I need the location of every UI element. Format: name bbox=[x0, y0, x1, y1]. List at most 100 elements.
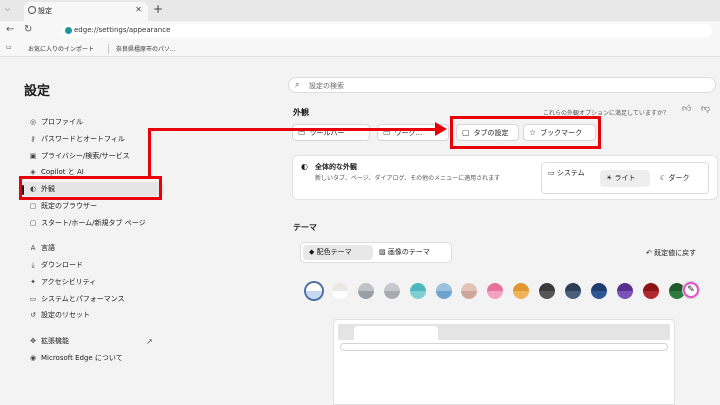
theme-swatch[interactable] bbox=[409, 283, 426, 299]
search-placeholder: 設定の検索 bbox=[309, 82, 344, 90]
preview-addressbar bbox=[340, 343, 668, 351]
overall-description: 新しいタブ、ページ、ダイアログ、その他のメニューに適用されます bbox=[315, 175, 501, 182]
theme-swatch[interactable] bbox=[539, 283, 556, 299]
navigation-bar: ← ↻ edge://settings/appearance bbox=[0, 21, 720, 41]
option-system[interactable]: ▭ システム bbox=[548, 168, 592, 178]
theme-swatch[interactable] bbox=[461, 283, 478, 299]
sidebar-item-extensions[interactable]: ✥ 拡張機能 bbox=[28, 334, 164, 348]
favorites-icon: ▭ bbox=[6, 44, 12, 51]
sidebar-item-system[interactable]: ▭ システムとパフォーマンス bbox=[28, 292, 164, 306]
theme-swatch[interactable] bbox=[331, 283, 348, 299]
theme-swatch[interactable] bbox=[642, 283, 659, 299]
swatch-bottom bbox=[331, 291, 348, 299]
search-icon: ⌕ bbox=[295, 80, 300, 89]
preview-tab bbox=[354, 326, 438, 340]
refresh-icon[interactable]: ↻ bbox=[24, 24, 32, 35]
key-icon: ⚷ bbox=[30, 135, 36, 143]
theme-swatch[interactable] bbox=[513, 283, 530, 299]
swatch-top bbox=[461, 283, 478, 291]
swatch-top bbox=[590, 283, 607, 291]
swatch-bottom bbox=[565, 291, 581, 299]
swatch-bottom bbox=[357, 291, 374, 299]
thumbs-down-icon[interactable]: 👎︎ bbox=[701, 104, 710, 114]
language-icon: A bbox=[30, 244, 36, 252]
favorite-import[interactable]: お気に入りのインポート bbox=[28, 44, 94, 53]
option-light[interactable]: ☀ ライト bbox=[600, 170, 650, 187]
annotation-arrow-horizontal bbox=[148, 128, 436, 131]
download-icon: ⤓ bbox=[31, 261, 35, 269]
sidebar-item-accessibility[interactable]: ✦ アクセシビリティ bbox=[28, 275, 164, 289]
accessibility-icon: ✦ bbox=[30, 278, 36, 286]
close-icon[interactable]: ✕ bbox=[135, 5, 142, 14]
lock-icon: ▣ bbox=[29, 152, 37, 160]
laptop-icon: ▭ bbox=[548, 169, 557, 177]
page-title: 設定 bbox=[24, 84, 51, 99]
theme-swatch[interactable] bbox=[590, 283, 607, 299]
edge-logo-icon: ◉ bbox=[29, 354, 37, 362]
toolbar-button-hidden[interactable]: ▭ ツールバー bbox=[292, 124, 370, 141]
overall-title: 全体的な外観 bbox=[315, 163, 357, 171]
eyedropper-icon: ✎ bbox=[687, 285, 695, 295]
swatch-top bbox=[331, 283, 348, 291]
paint-bucket-icon: ◆ bbox=[309, 248, 317, 256]
swatch-bottom bbox=[487, 291, 504, 299]
theme-swatch[interactable] bbox=[616, 283, 633, 299]
swatch-top bbox=[487, 283, 504, 291]
swatch-bottom bbox=[435, 291, 452, 299]
annotation-arrow-head bbox=[435, 122, 447, 136]
theme-swatch[interactable] bbox=[383, 283, 400, 299]
browser-icon: ▢ bbox=[29, 202, 37, 210]
swatch-bottom bbox=[409, 291, 426, 299]
sidebar-item-downloads[interactable]: ⤓ ダウンロード bbox=[28, 258, 164, 272]
theme-swatch[interactable] bbox=[565, 283, 581, 299]
thumbs-up-icon[interactable]: 👍︎ bbox=[682, 104, 691, 114]
annotation-arrow-vertical bbox=[148, 128, 151, 178]
theme-swatch[interactable] bbox=[435, 283, 452, 299]
reset-default-button[interactable]: ↶ 既定値に戻す bbox=[646, 248, 696, 258]
external-link-icon: ↗ bbox=[146, 337, 153, 346]
gear-icon bbox=[28, 6, 36, 14]
annotation-box-sidebar bbox=[19, 176, 162, 200]
settings-search-input[interactable]: ⌕ 設定の検索 bbox=[288, 77, 716, 93]
theme-swatch[interactable] bbox=[306, 283, 322, 299]
swatch-top bbox=[435, 283, 452, 291]
sidebar-item-passwords[interactable]: ⚷ パスワードとオートフィル bbox=[28, 132, 164, 146]
section-title-theme: テーマ bbox=[293, 223, 317, 232]
sidebar-item-start-home[interactable]: ▢ スタート/ホーム/新規タブ ページ bbox=[28, 216, 164, 230]
sidebar-item-about[interactable]: ◉ Microsoft Edge について bbox=[28, 351, 164, 365]
annotation-box-buttons bbox=[450, 116, 601, 149]
theme-tab-group: ◆ 配色テーマ ▨ 画像のテーマ bbox=[300, 242, 452, 263]
swatch-top bbox=[539, 283, 556, 291]
tab-image-theme[interactable]: ▨ 画像のテーマ bbox=[379, 245, 430, 260]
swatch-bottom bbox=[461, 291, 478, 299]
swatch-top bbox=[383, 283, 400, 291]
section-title-appearance: 外観 bbox=[293, 108, 309, 117]
option-dark[interactable]: ☾ ダーク bbox=[660, 170, 690, 187]
swatch-bottom bbox=[616, 291, 633, 299]
sidebar-item-languages[interactable]: A 言語 bbox=[28, 241, 164, 255]
appearance-options: ▭ システム ☀ ライト ☾ ダーク bbox=[541, 162, 709, 194]
swatch-bottom bbox=[383, 291, 400, 299]
new-tab-button[interactable]: + bbox=[153, 2, 163, 16]
address-bar[interactable]: edge://settings/appearance bbox=[62, 24, 712, 38]
tab-title: 設定 bbox=[38, 7, 52, 15]
custom-color-picker[interactable]: ✎ bbox=[682, 281, 700, 299]
back-icon[interactable]: ← bbox=[6, 24, 14, 35]
contrast-icon: ◐ bbox=[301, 162, 308, 171]
sidebar-item-reset[interactable]: ↺ 設定のリセット bbox=[28, 308, 164, 322]
swatch-bottom bbox=[642, 291, 659, 299]
tab-color-theme[interactable]: ◆ 配色テーマ bbox=[303, 245, 373, 260]
swatch-bottom bbox=[590, 291, 607, 299]
tab-actions-icon[interactable]: ⌵ bbox=[5, 5, 10, 14]
tab-settings[interactable]: 設定 ✕ bbox=[24, 2, 148, 21]
swatch-bottom bbox=[513, 291, 530, 299]
undo-icon: ↶ bbox=[646, 249, 655, 257]
sidebar-item-default-browser[interactable]: ▢ 既定のブラウザー bbox=[28, 199, 164, 213]
sidebar-item-profile[interactable]: ◎ プロファイル bbox=[28, 115, 164, 129]
theme-swatch[interactable] bbox=[487, 283, 504, 299]
theme-swatch[interactable] bbox=[357, 283, 374, 299]
favorite-link[interactable]: 奈良県橿原市のパソ... bbox=[116, 44, 176, 53]
swatch-top bbox=[409, 283, 426, 291]
edge-icon bbox=[65, 27, 72, 34]
sidebar-item-privacy[interactable]: ▣ プライバシー/検索/サービス bbox=[28, 149, 164, 163]
